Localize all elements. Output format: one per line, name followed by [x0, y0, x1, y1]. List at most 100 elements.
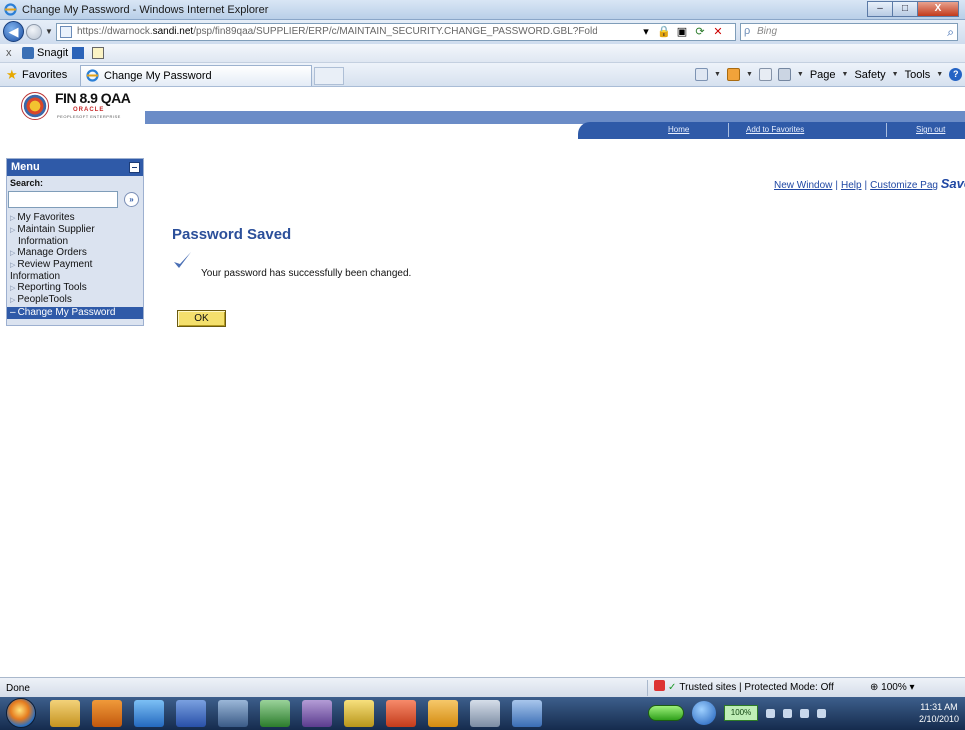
tab-label: Change My Password	[104, 70, 212, 82]
search-box[interactable]: ρ Bing ⌕	[740, 23, 958, 41]
tray-icon[interactable]	[817, 708, 826, 718]
tab-change-my-password[interactable]: Change My Password	[80, 65, 312, 86]
home-link[interactable]: Home	[668, 125, 689, 134]
snagit-icon[interactable]	[22, 47, 34, 59]
back-button[interactable]: ◀	[3, 21, 24, 42]
help-icon[interactable]: ?	[949, 68, 963, 81]
menu-item-peopletools[interactable]: ▷ PeopleTools	[7, 294, 143, 306]
favorites-star-icon[interactable]: ★	[6, 67, 18, 83]
close-window-button[interactable]: X	[917, 1, 959, 17]
battery-meter-icon[interactable]	[648, 705, 684, 721]
bing-icon: ρ	[744, 25, 751, 37]
chevron-down-icon[interactable]: ▼	[714, 71, 721, 78]
safety-menu[interactable]: Safety	[854, 69, 885, 81]
security-zone[interactable]: ✓ Trusted sites | Protected Mode: Off	[647, 680, 834, 696]
network-globe-icon[interactable]	[692, 701, 716, 725]
favorites-button[interactable]: Favorites	[22, 69, 67, 81]
stop-icon[interactable]: ✕	[711, 25, 725, 39]
mail-icon[interactable]	[758, 68, 772, 81]
tools-menu[interactable]: Tools	[905, 69, 931, 81]
menu-item-reporting-tools[interactable]: ▷ Reporting Tools	[7, 282, 143, 294]
expand-arrow-icon: ▷	[10, 215, 16, 222]
add-to-favorites-link[interactable]: Add to Favorites	[746, 125, 804, 134]
explorer-icon[interactable]	[50, 700, 80, 727]
new-window-link[interactable]: New Window	[774, 180, 832, 191]
chevron-down-icon[interactable]: ▼	[936, 71, 943, 78]
chevron-down-icon[interactable]: ▼	[892, 71, 899, 78]
home-icon[interactable]	[695, 68, 708, 81]
browser-icon[interactable]	[386, 700, 416, 727]
start-button[interactable]	[6, 698, 36, 728]
compatibility-icon[interactable]: ▣	[675, 25, 689, 39]
forward-button[interactable]	[26, 24, 42, 40]
feeds-icon[interactable]	[726, 68, 740, 81]
system-clock[interactable]: 11:31 AM 2/10/2010	[919, 701, 959, 725]
onenote-icon[interactable]	[302, 700, 332, 727]
menu-search-label: Search:	[10, 178, 44, 188]
collapse-menu-icon[interactable]	[129, 162, 140, 173]
header-links-bar: Home Add to Favorites Sign out	[578, 122, 965, 139]
page-icon	[60, 26, 72, 38]
maximize-button[interactable]: □	[892, 1, 918, 17]
search-go-button[interactable]: »	[124, 192, 139, 207]
minimize-button[interactable]: –	[867, 1, 893, 17]
tray-icon[interactable]	[766, 708, 775, 718]
outlook-icon[interactable]	[92, 700, 122, 727]
chevron-down-icon[interactable]: ▼	[746, 71, 753, 78]
help-link[interactable]: Help	[841, 180, 862, 191]
new-tab-button[interactable]	[314, 67, 344, 85]
menu-item-manage-orders[interactable]: ▷ Manage Orders	[7, 247, 143, 259]
excel-icon[interactable]	[260, 700, 290, 727]
tools-icon[interactable]	[470, 700, 500, 727]
tray-icon[interactable]	[783, 708, 792, 718]
saved-indicator: Saved	[940, 176, 965, 191]
page-menu[interactable]: Page	[810, 69, 836, 81]
system-tray: 100%	[648, 701, 826, 725]
folder-icon[interactable]	[428, 700, 458, 727]
chevron-down-icon[interactable]: ▼	[797, 71, 804, 78]
menu-item-change-my-password[interactable]: – Change My Password	[7, 307, 143, 319]
capture-icon[interactable]	[72, 47, 84, 59]
expand-arrow-icon: ▷	[10, 262, 16, 269]
customize-page-link[interactable]: Customize Pag	[870, 180, 938, 191]
battery-percent[interactable]: 100%	[724, 705, 758, 721]
refresh-icon[interactable]: ⟳	[693, 25, 707, 39]
zoom-level[interactable]: ⊕ 100% ▾	[870, 682, 915, 693]
logo-oracle: ORACLE	[73, 107, 105, 113]
status-bar: Done ✓ Trusted sites | Protected Mode: Of…	[0, 677, 965, 697]
sign-out-link[interactable]: Sign out	[916, 125, 945, 134]
lock-icon[interactable]: 🔒	[657, 25, 671, 39]
chevron-down-icon[interactable]: ▼	[842, 71, 849, 78]
ie-icon	[4, 3, 17, 16]
internet-explorer-icon[interactable]	[134, 700, 164, 727]
editor-icon[interactable]	[92, 47, 104, 59]
divider: |	[835, 180, 838, 191]
logo-title: FIN 8.9 QAA	[55, 90, 131, 106]
dropdown-icon[interactable]: ▾	[639, 25, 653, 39]
snagit-button[interactable]: Snagit	[37, 47, 68, 59]
window-title: Change My Password - Windows Internet Ex…	[22, 4, 269, 16]
logo-emblem-icon	[21, 92, 49, 120]
window-controls: – □ X	[867, 1, 959, 18]
menu-item-review-payment-information[interactable]: ▷ Review Payment Information	[7, 259, 143, 282]
status-text: Done	[6, 683, 30, 694]
menu-search-input[interactable]	[8, 191, 118, 208]
search-icon[interactable]: ⌕	[947, 25, 954, 40]
messenger-icon[interactable]	[344, 700, 374, 727]
expand-arrow-icon: ▷	[10, 250, 16, 257]
menu-item-maintain-supplier-information[interactable]: ▷ Maintain Supplier Information	[7, 224, 143, 247]
app-icon[interactable]	[218, 700, 248, 727]
divider	[886, 123, 887, 137]
menu-item-my-favorites[interactable]: ▷ My Favorites	[7, 212, 143, 224]
address-bar[interactable]: https://dwarnock.sandi.net/psp/fin89qaa/…	[56, 23, 736, 41]
tray-icon[interactable]	[800, 708, 809, 718]
menu-search: »	[7, 190, 143, 210]
print-icon[interactable]	[777, 68, 791, 81]
address-url[interactable]: https://dwarnock.sandi.net/psp/fin89qaa/…	[77, 26, 597, 37]
app2-icon[interactable]	[512, 700, 542, 727]
ok-button[interactable]: OK	[177, 310, 226, 327]
close-toolbar-button[interactable]: x	[6, 47, 12, 59]
word-icon[interactable]	[176, 700, 206, 727]
trusted-check-icon: ✓	[668, 682, 677, 693]
recent-pages-dropdown-icon[interactable]: ▼	[45, 27, 53, 36]
